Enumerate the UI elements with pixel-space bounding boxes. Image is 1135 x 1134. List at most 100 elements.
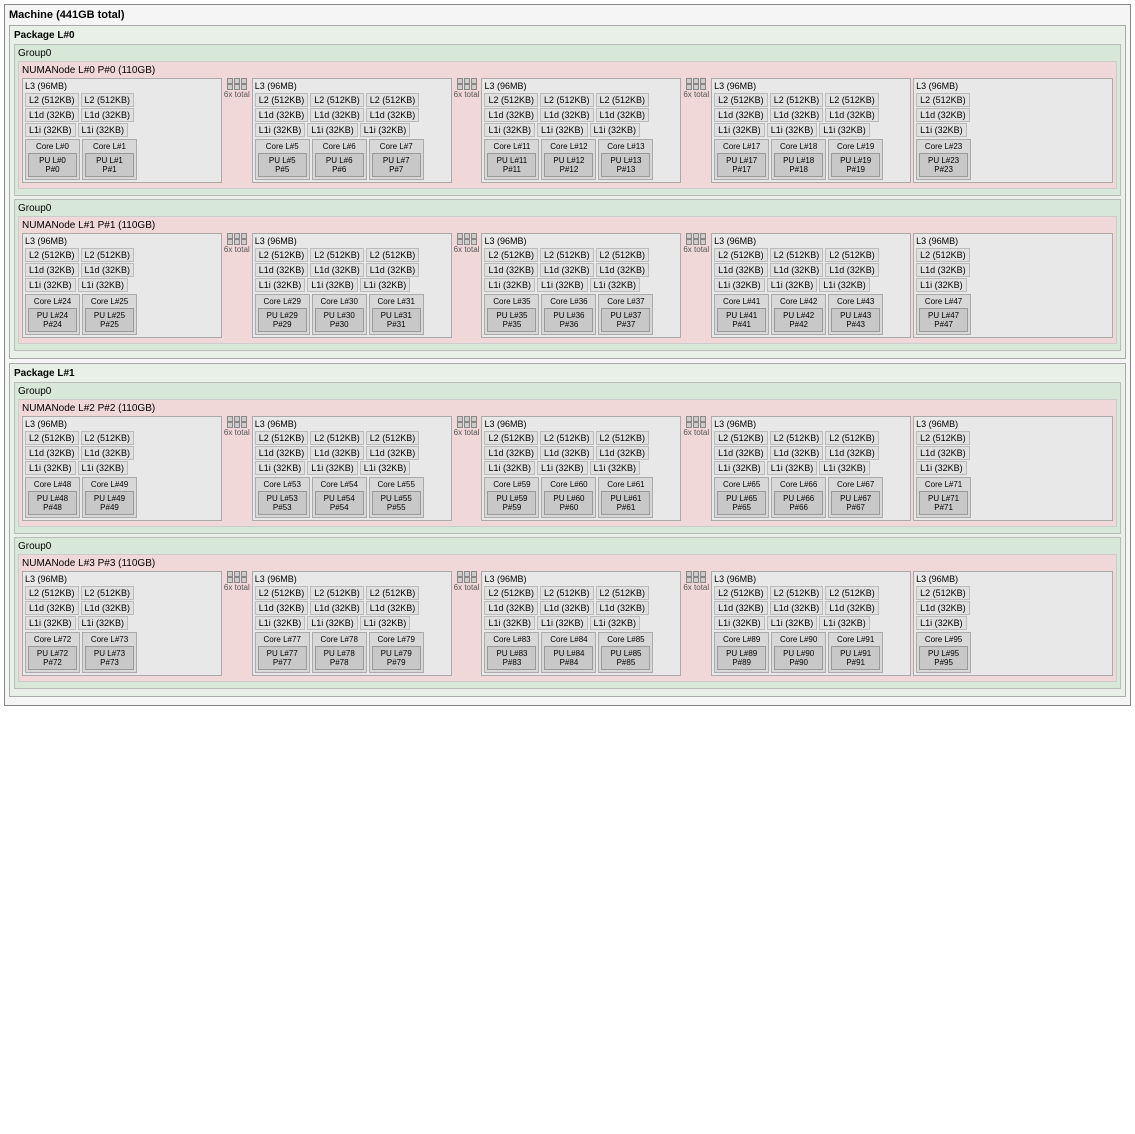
core-title: Core L#65 [717, 480, 766, 489]
l2-row: L2 (512KB)L2 (512KB)L2 (512KB) [714, 431, 908, 445]
l2-box: L2 (512KB) [310, 431, 364, 445]
core-title: Core L#59 [487, 480, 536, 489]
l1i-box: L1i (32KB) [78, 461, 129, 475]
l3-row-container: L3 (96MB) L2 (512KB) L2 (512KB) L1d (32KB… [22, 571, 1113, 676]
l1i-box: L1i (32KB) [916, 123, 967, 137]
l1i-box: L1i (32KB) [537, 278, 588, 292]
core-title: Core L#23 [919, 142, 968, 151]
dots-indicator: 6x total [683, 416, 709, 521]
l1i-box: L1i (32KB) [916, 278, 967, 292]
l1i-row: L1i (32KB)L1i (32KB)L1i (32KB) [484, 461, 678, 475]
l1i-box: L1i (32KB) [360, 616, 411, 630]
core-row: Core L#95 PU L#95P#95 [916, 632, 1110, 673]
core-box: Core L#67 PU L#67P#67 [828, 477, 883, 518]
l1i-box: L1i (32KB) [916, 461, 967, 475]
l1d-row: L1d (32KB)L1d (32KB)L1d (32KB) [255, 446, 449, 460]
l2-box: L2 (512KB) [714, 431, 768, 445]
l3-title: L3 (96MB) [714, 81, 908, 91]
l1i-box: L1i (32KB) [590, 278, 641, 292]
l2-box: L2 (512KB) [484, 248, 538, 262]
l2-box: L2 (512KB) [596, 93, 650, 107]
l2-box: L2 (512KB) [81, 586, 135, 600]
pu-box: PU L#73P#73 [85, 646, 134, 670]
l1i-box: L1i (32KB) [819, 278, 870, 292]
core-title: Core L#13 [601, 142, 650, 151]
core-title: Core L#85 [601, 635, 650, 644]
machine-title: Machine (441GB total) [9, 9, 1126, 21]
core-title: Core L#25 [85, 297, 134, 306]
l1i-row: L1i (32KB)L1i (32KB)L1i (32KB) [714, 123, 908, 137]
l1i-row: L1i (32KB)L1i (32KB) [25, 123, 219, 137]
numa-box: NUMANode L#0 P#0 (110GB) L3 (96MB) L2 (5… [18, 61, 1117, 189]
l2-row: L2 (512KB)L2 (512KB)L2 (512KB) [714, 586, 908, 600]
core-title: Core L#55 [372, 480, 421, 489]
core-row: Core L#48 PU L#48P#48 Core L#49 PU L#49P… [25, 477, 219, 518]
group-title: Group0 [18, 48, 1117, 59]
l2-box: L2 (512KB) [540, 431, 594, 445]
l1i-box: L1i (32KB) [484, 123, 535, 137]
l1d-box: L1d (32KB) [25, 108, 79, 122]
l1i-box: L1i (32KB) [25, 123, 76, 137]
core-title: Core L#67 [831, 480, 880, 489]
l2-box: L2 (512KB) [714, 93, 768, 107]
core-title: Core L#61 [601, 480, 650, 489]
core-title: Core L#7 [372, 142, 421, 151]
core-title: Core L#95 [919, 635, 968, 644]
pu-box: PU L#84P#84 [544, 646, 593, 670]
group-box: Group0 NUMANode L#2 P#2 (110GB) L3 (96MB… [14, 382, 1121, 534]
dots-label: 6x total [683, 583, 709, 592]
l3-title: L3 (96MB) [714, 574, 908, 584]
pu-box: PU L#19P#19 [831, 153, 880, 177]
l1d-box: L1d (32KB) [916, 601, 970, 615]
l1d-box: L1d (32KB) [916, 263, 970, 277]
package-title: Package L#1 [14, 368, 1121, 379]
pu-box: PU L#48P#48 [28, 491, 77, 515]
l3-title: L3 (96MB) [255, 81, 449, 91]
l2-row: L2 (512KB)L2 (512KB)L2 (512KB) [255, 586, 449, 600]
pu-box: PU L#23P#23 [919, 153, 968, 177]
l1i-box: L1i (32KB) [819, 616, 870, 630]
core-box: Core L#31 PU L#31P#31 [369, 294, 424, 335]
l3-block: L3 (96MB) L2 (512KB)L2 (512KB)L2 (512KB)… [711, 416, 911, 521]
core-box: Core L#25 PU L#25P#25 [82, 294, 137, 335]
machine-box: Machine (441GB total) // Helper to build… [4, 4, 1131, 706]
l1i-box: L1i (32KB) [307, 123, 358, 137]
l2-box: L2 (512KB) [366, 586, 420, 600]
l1d-row: L1d (32KB)L1d (32KB) [25, 263, 219, 277]
l1d-box: L1d (32KB) [81, 446, 135, 460]
dots-label: 6x total [224, 245, 250, 254]
pu-box: PU L#31P#31 [372, 308, 421, 332]
l2-box: L2 (512KB) [916, 93, 970, 107]
dots-label: 6x total [454, 583, 480, 592]
core-box: Core L#24 PU L#24P#24 [25, 294, 80, 335]
core-box: Core L#35 PU L#35P#35 [484, 294, 539, 335]
l1i-box: L1i (32KB) [78, 123, 129, 137]
group-title: Group0 [18, 203, 1117, 214]
group-title: Group0 [18, 386, 1117, 397]
l1i-row: L1i (32KB)L1i (32KB)L1i (32KB) [255, 278, 449, 292]
core-title: Core L#84 [544, 635, 593, 644]
l1d-box: L1d (32KB) [255, 263, 309, 277]
core-box: Core L#30 PU L#30P#30 [312, 294, 367, 335]
l2-box: L2 (512KB) [81, 93, 135, 107]
l3-title: L3 (96MB) [255, 574, 449, 584]
pu-box: PU L#53P#53 [258, 491, 307, 515]
core-title: Core L#5 [258, 142, 307, 151]
pu-box: PU L#5P#5 [258, 153, 307, 177]
l1i-row: L1i (32KB)L1i (32KB)L1i (32KB) [714, 278, 908, 292]
l1d-box: L1d (32KB) [770, 108, 824, 122]
l1d-box: L1d (32KB) [484, 263, 538, 277]
l2-box: L2 (512KB) [310, 93, 364, 107]
core-title: Core L#30 [315, 297, 364, 306]
core-title: Core L#36 [544, 297, 593, 306]
dots-indicator: 6x total [224, 233, 250, 338]
l1d-row: L1d (32KB)L1d (32KB)L1d (32KB) [484, 601, 678, 615]
l1i-box: L1i (32KB) [590, 461, 641, 475]
l3-block: L3 (96MB) L2 (512KB)L2 (512KB) L1d (32KB… [22, 233, 222, 338]
l1i-box: L1i (32KB) [484, 278, 535, 292]
l3-row-container: L3 (96MB) L2 (512KB)L2 (512KB) L1d (32KB… [22, 416, 1113, 521]
core-row: Core L#41 PU L#41P#41 Core L#42 PU L#42P… [714, 294, 908, 335]
l1d-box: L1d (32KB) [540, 263, 594, 277]
l1d-box: L1d (32KB) [540, 601, 594, 615]
l3-block: L3 (96MB) L2 (512KB)L2 (512KB)L2 (512KB)… [481, 233, 681, 338]
